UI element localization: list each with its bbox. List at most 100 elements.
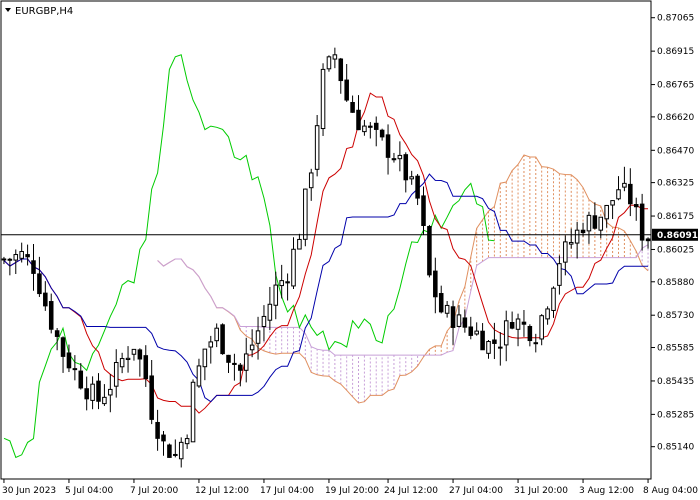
candle-body: [19, 251, 24, 259]
y-tick-label: 0.86765: [657, 81, 694, 91]
candle-body: [498, 346, 503, 349]
candle-body: [379, 129, 385, 138]
candle-body: [468, 326, 474, 336]
candle-body: [586, 214, 592, 232]
candle-body: [314, 125, 320, 170]
symbol-header[interactable]: EURGBP,H4: [5, 6, 73, 17]
candle-body: [645, 238, 651, 242]
x-tick-label: 19 Jul 20:00: [325, 486, 379, 496]
candle-body: [563, 241, 568, 263]
candle-body: [214, 327, 219, 342]
candle-body: [622, 182, 627, 188]
candle-body: [450, 306, 456, 328]
y-tick-label: 0.85140: [657, 443, 694, 453]
candle-body: [427, 226, 432, 276]
candle-body: [444, 304, 450, 314]
x-tick-label: 7 Jul 20:00: [130, 486, 179, 496]
symbol-label: EURGBP,H4: [15, 6, 73, 17]
candle-body: [102, 396, 107, 405]
candle-body: [338, 58, 344, 82]
x-tick-label: 17 Jul 04:00: [260, 486, 314, 496]
candle-body: [545, 308, 550, 320]
candle-body: [480, 330, 485, 351]
candle-body: [255, 330, 261, 344]
candle-body: [208, 341, 214, 348]
candle-body: [433, 270, 438, 298]
candle-body: [37, 273, 42, 295]
candle-body: [261, 315, 267, 327]
y-tick-label: 0.86025: [657, 245, 694, 255]
candle-body: [421, 195, 426, 226]
y-tick-label: 0.85285: [657, 410, 694, 420]
candle-body: [368, 125, 373, 128]
y-tick-label: 0.85880: [657, 278, 694, 288]
candle-body: [533, 342, 539, 345]
candle-body: [232, 362, 237, 365]
candle-body: [196, 365, 202, 387]
x-tick-label: 30 Jun 2023: [2, 486, 56, 496]
candle-body: [54, 330, 60, 337]
candle-body: [356, 109, 361, 131]
candle-body: [397, 154, 403, 160]
x-tick-label: 8 Aug 04:00: [643, 486, 698, 496]
y-tick-label: 0.86325: [657, 179, 694, 189]
candle-body: [438, 293, 444, 313]
candle-body: [592, 215, 598, 229]
candle-body: [190, 381, 196, 443]
candle-body: [515, 318, 521, 330]
x-tick-label: 12 Jul 12:00: [195, 486, 249, 496]
y-tick-label: 0.85435: [657, 377, 694, 387]
candle-body: [267, 303, 273, 321]
candle-body: [291, 248, 296, 287]
candle-body: [486, 341, 491, 354]
y-tick-label: 0.85730: [657, 311, 694, 321]
candle-body: [178, 441, 184, 460]
candle-body: [7, 258, 13, 261]
candle-body: [143, 355, 149, 380]
candle-body: [297, 238, 302, 250]
candle-body: [184, 438, 190, 445]
candle-body: [557, 263, 562, 286]
candle-body: [72, 368, 78, 371]
chart-background: [0, 0, 700, 500]
candle-body: [474, 330, 479, 335]
candle-body: [521, 321, 527, 325]
candle-body: [326, 56, 332, 70]
candle-body: [173, 453, 178, 456]
candle-body: [551, 287, 556, 311]
x-tick-label: 31 Jul 20:00: [514, 486, 568, 496]
candle-body: [462, 317, 468, 328]
candle-body: [344, 79, 349, 101]
candle-body: [580, 229, 586, 234]
candle-body: [108, 388, 113, 396]
y-tick-label: 0.87065: [657, 14, 694, 24]
candle-body: [48, 301, 54, 330]
candle-body: [155, 421, 160, 439]
candle-body: [492, 339, 497, 344]
candle-body: [362, 125, 367, 133]
candle-body: [43, 292, 48, 307]
candle-body: [616, 189, 621, 200]
chart-svg: 0.86091 0.87065 0.86915 0.86765 0.86620 0.86…: [0, 0, 700, 500]
candle-body: [96, 380, 101, 402]
candle-body: [574, 229, 580, 244]
candle-body: [131, 348, 137, 355]
candle-body: [373, 122, 379, 130]
x-tick-label: 27 Jul 04:00: [449, 486, 503, 496]
candle-body: [202, 348, 208, 368]
candle-body: [273, 284, 279, 306]
candle-body: [243, 353, 249, 371]
candle-body: [628, 183, 633, 205]
y-tick-label: 0.86915: [657, 47, 694, 57]
candle-body: [60, 337, 66, 357]
candle-body: [610, 200, 615, 206]
current-price-badge-label: 0.86091: [657, 231, 698, 241]
candle-body: [598, 216, 604, 231]
candle-body: [13, 254, 19, 261]
candle-body: [509, 322, 515, 329]
candle-body: [84, 388, 89, 400]
candle-body: [149, 375, 154, 420]
candle-body: [391, 158, 397, 161]
candle-body: [604, 204, 609, 220]
candle-body: [350, 101, 355, 113]
